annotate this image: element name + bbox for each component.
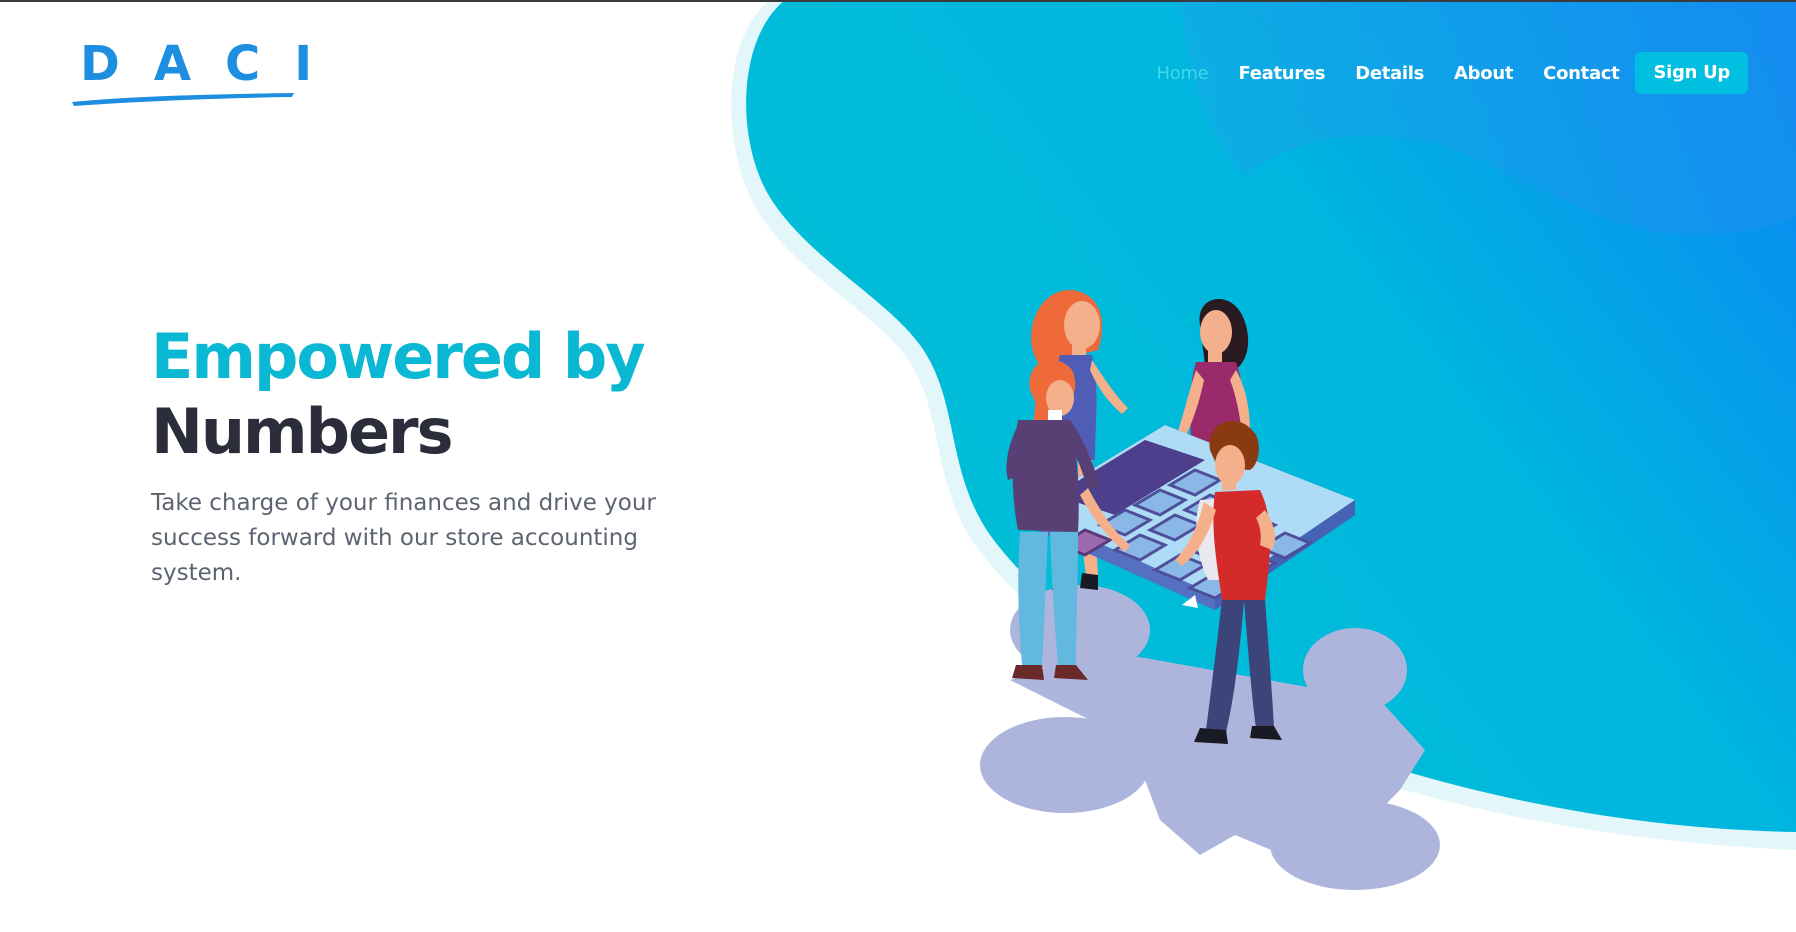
team-calculator-illustration <box>980 290 1440 890</box>
logo-wordmark: DACI <box>80 36 347 92</box>
nav-about[interactable]: About <box>1454 63 1513 84</box>
sign-up-button[interactable]: Sign Up <box>1635 52 1748 94</box>
daci-logo[interactable]: DACI <box>72 36 312 106</box>
logo-underline-swoosh <box>72 93 294 106</box>
hero-description: Take charge of your finances and drive y… <box>151 490 656 586</box>
hero-title-line-2: Numbers <box>151 395 454 468</box>
nav-home[interactable]: Home <box>1156 63 1208 84</box>
nav-contact[interactable]: Contact <box>1543 63 1620 84</box>
main-navigation: Home Features Details About Contact Sign… <box>1126 52 1748 94</box>
landing-page: DACI Home Features Details About Contact… <box>0 0 1796 932</box>
hero-title-line-1: Empowered by <box>151 320 646 393</box>
nav-features[interactable]: Features <box>1238 63 1325 84</box>
window-top-border <box>0 0 1796 2</box>
nav-details[interactable]: Details <box>1355 63 1424 84</box>
hero-section: Empowered by Numbers Take charge of your… <box>151 318 771 614</box>
